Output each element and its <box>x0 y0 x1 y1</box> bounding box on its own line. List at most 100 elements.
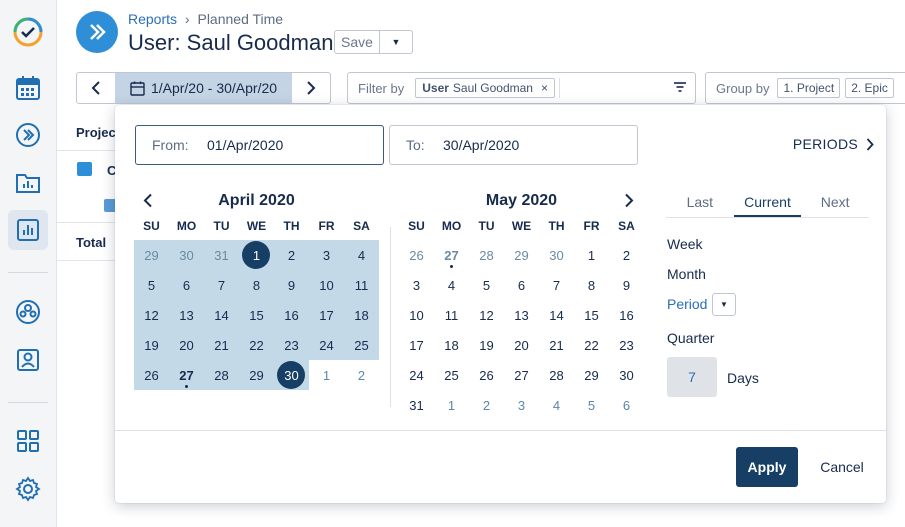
calendar-day[interactable]: 9 <box>274 270 309 300</box>
calendar-day[interactable]: 1 <box>574 240 609 270</box>
next-range-button[interactable] <box>292 73 330 103</box>
group-chip-project[interactable]: 1. Project <box>777 78 841 98</box>
calendar-day[interactable]: 10 <box>399 300 434 330</box>
reports-icon[interactable] <box>8 210 48 250</box>
prev-range-button[interactable] <box>77 73 115 103</box>
filter-chip-user[interactable]: User Saul Goodman × <box>415 78 555 98</box>
calendar-day[interactable]: 26 <box>469 360 504 390</box>
calendar-day[interactable]: 23 <box>609 330 644 360</box>
user-card-icon[interactable] <box>8 340 48 380</box>
calendar-day[interactable]: 29 <box>574 360 609 390</box>
calendar-day[interactable]: 17 <box>399 330 434 360</box>
calendar-day[interactable]: 27 <box>434 240 469 270</box>
filter-search-input[interactable] <box>559 78 679 98</box>
calendar-day[interactable]: 14 <box>539 300 574 330</box>
calendar-day[interactable]: 6 <box>169 270 204 300</box>
calendar-day[interactable]: 30 <box>539 240 574 270</box>
calendar-day[interactable]: 5 <box>469 270 504 300</box>
calendar-day[interactable]: 10 <box>309 270 344 300</box>
filter-icon[interactable] <box>673 81 687 93</box>
calendar-day[interactable]: 20 <box>504 330 539 360</box>
calendar-day[interactable]: 14 <box>204 300 239 330</box>
calendar-day[interactable]: 24 <box>399 360 434 390</box>
period-dropdown-caret-icon[interactable]: ▼ <box>712 293 736 316</box>
calendar-day[interactable]: 25 <box>434 360 469 390</box>
calendar-day[interactable]: 28 <box>469 240 504 270</box>
calendar-day[interactable]: 2 <box>609 240 644 270</box>
calendar-icon[interactable] <box>8 68 48 108</box>
calendar-day[interactable]: 25 <box>344 330 379 360</box>
calendar-day[interactable]: 13 <box>169 300 204 330</box>
calendar-day[interactable]: 26 <box>399 240 434 270</box>
calendar-day[interactable]: 27 <box>169 360 204 390</box>
folder-chart-icon[interactable] <box>8 162 48 202</box>
calendar-day[interactable]: 12 <box>469 300 504 330</box>
calendar-day[interactable]: 13 <box>504 300 539 330</box>
calendar-day[interactable]: 7 <box>204 270 239 300</box>
calendar-day[interactable]: 29 <box>239 360 274 390</box>
calendar-day[interactable]: 30 <box>609 360 644 390</box>
calendar-day[interactable]: 4 <box>434 270 469 300</box>
calendar-day[interactable]: 23 <box>274 330 309 360</box>
to-date-field[interactable]: To: 30/Apr/2020 <box>389 125 638 165</box>
calendar-day[interactable]: 19 <box>469 330 504 360</box>
from-date-field[interactable]: From: 01/Apr/2020 <box>135 125 384 165</box>
calendar-day[interactable]: 22 <box>574 330 609 360</box>
calendar-day[interactable]: 3 <box>399 270 434 300</box>
calendar-day[interactable]: 22 <box>239 330 274 360</box>
period-option-period[interactable]: Period <box>667 296 707 312</box>
calendar-day[interactable]: 29 <box>134 240 169 270</box>
calendar-day[interactable]: 18 <box>344 300 379 330</box>
calendar-day[interactable]: 1 <box>434 390 469 420</box>
save-button[interactable]: Save <box>335 31 380 53</box>
calendar-day[interactable]: 3 <box>309 240 344 270</box>
tab-last[interactable]: Last <box>666 187 734 217</box>
calendar-day[interactable]: 31 <box>204 240 239 270</box>
periods-toggle[interactable]: PERIODS <box>793 136 874 152</box>
calendar-day[interactable]: 15 <box>574 300 609 330</box>
remove-chip-icon[interactable]: × <box>541 81 548 95</box>
date-range-button[interactable]: 1/Apr/20 - 30/Apr/20 <box>115 73 292 103</box>
next-month-icon[interactable] <box>624 193 634 208</box>
calendar-day[interactable]: 11 <box>344 270 379 300</box>
tab-current[interactable]: Current <box>733 187 802 217</box>
group-chip-epic[interactable]: 2. Epic <box>845 78 894 98</box>
calendar-day[interactable]: 6 <box>504 270 539 300</box>
calendar-day[interactable]: 31 <box>399 390 434 420</box>
calendar-day[interactable]: 29 <box>504 240 539 270</box>
calendar-day[interactable]: 11 <box>434 300 469 330</box>
calendar-day[interactable]: 7 <box>539 270 574 300</box>
period-option-month[interactable]: Month <box>667 266 706 282</box>
cancel-button[interactable]: Cancel <box>809 447 875 487</box>
team-icon[interactable] <box>8 292 48 332</box>
gear-icon[interactable] <box>8 469 48 509</box>
forward-circle-icon[interactable] <box>8 115 48 155</box>
breadcrumb-reports-link[interactable]: Reports <box>128 11 177 27</box>
calendar-day[interactable]: 28 <box>539 360 574 390</box>
calendar-day[interactable]: 18 <box>434 330 469 360</box>
calendar-day[interactable]: 5 <box>574 390 609 420</box>
calendar-day[interactable]: 1 <box>309 360 344 390</box>
calendar-day[interactable]: 2 <box>469 390 504 420</box>
calendar-day[interactable]: 21 <box>204 330 239 360</box>
calendar-day[interactable]: 9 <box>609 270 644 300</box>
calendar-day[interactable]: 27 <box>504 360 539 390</box>
tab-next[interactable]: Next <box>801 187 869 217</box>
calendar-day[interactable]: 16 <box>609 300 644 330</box>
save-options-caret-icon[interactable]: ▼ <box>380 31 412 53</box>
calendar-day[interactable]: 26 <box>134 360 169 390</box>
calendar-day[interactable]: 4 <box>344 240 379 270</box>
calendar-day[interactable]: 1 <box>239 240 274 270</box>
calendar-day[interactable]: 16 <box>274 300 309 330</box>
period-option-week[interactable]: Week <box>667 236 703 252</box>
calendar-day[interactable]: 15 <box>239 300 274 330</box>
calendar-day[interactable]: 2 <box>344 360 379 390</box>
calendar-day[interactable]: 8 <box>574 270 609 300</box>
calendar-day[interactable]: 3 <box>504 390 539 420</box>
days-input[interactable]: 7 <box>667 357 717 397</box>
calendar-day[interactable]: 2 <box>274 240 309 270</box>
app-logo-icon[interactable] <box>8 12 48 52</box>
period-option-quarter[interactable]: Quarter <box>667 330 714 346</box>
calendar-day[interactable]: 30 <box>169 240 204 270</box>
calendar-day[interactable]: 20 <box>169 330 204 360</box>
